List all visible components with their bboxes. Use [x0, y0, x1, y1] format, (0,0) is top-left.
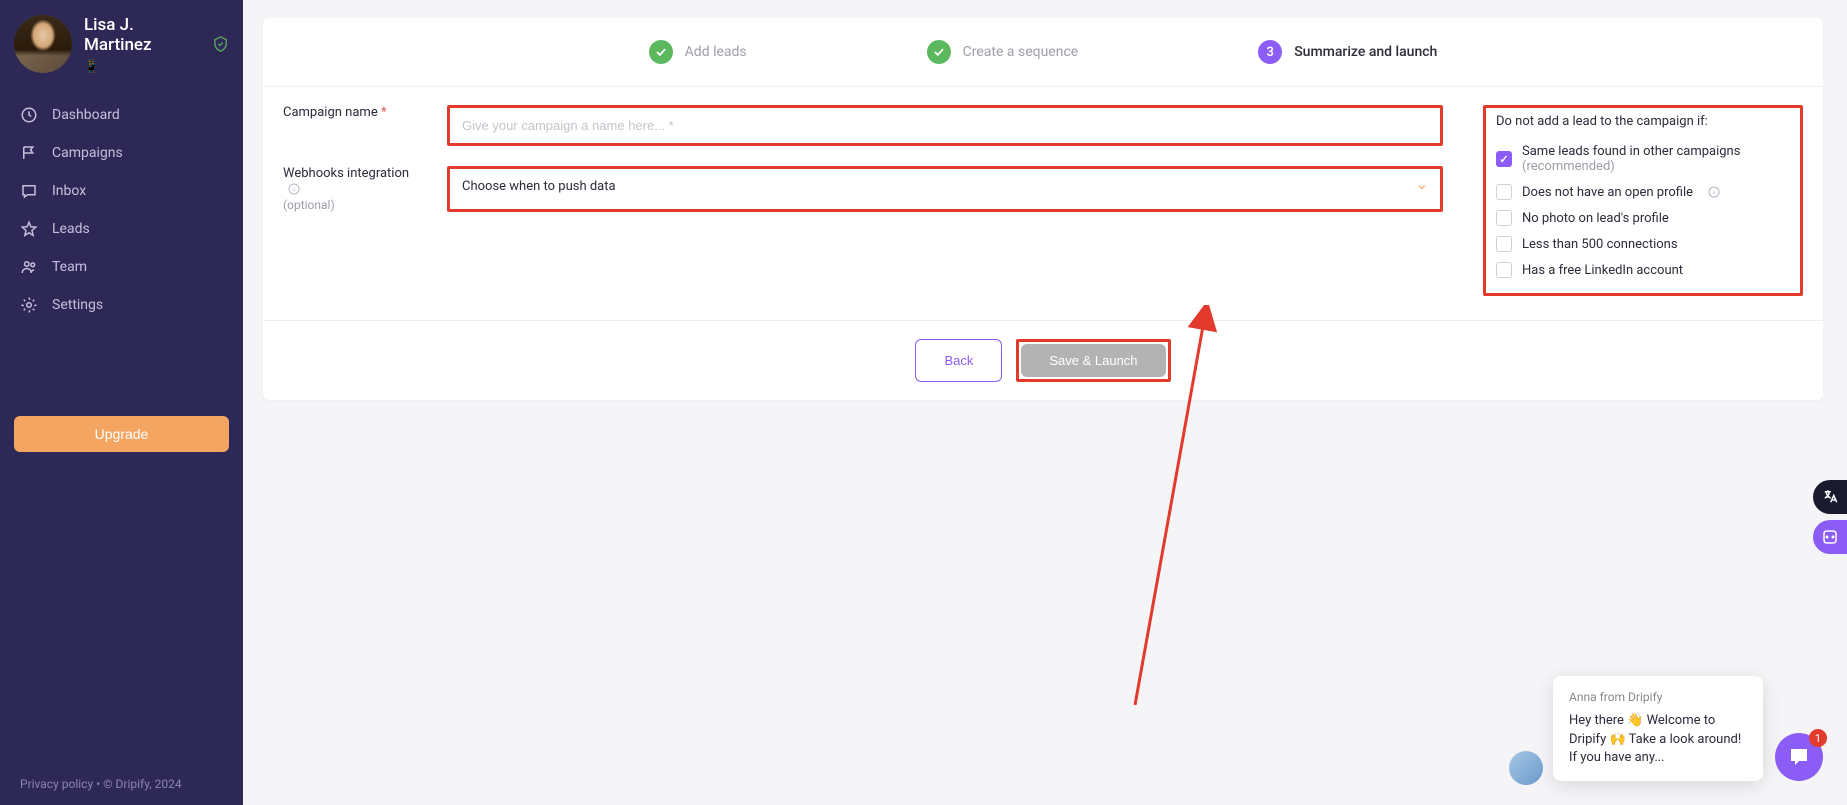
select-value: Choose when to push data [462, 179, 616, 194]
sidebar-footer: Privacy policy • © Dripify, 2024 [0, 763, 243, 805]
nav-campaigns[interactable]: Campaigns [0, 134, 243, 172]
privacy-link[interactable]: Privacy policy [20, 777, 93, 791]
nav-label: Team [52, 259, 87, 275]
nav-label: Inbox [52, 183, 86, 199]
webhooks-select[interactable]: Choose when to push data [450, 169, 1440, 204]
chat-badge: 1 [1809, 729, 1827, 747]
step-number: 3 [1258, 40, 1282, 64]
webhooks-optional: (optional) [283, 198, 415, 212]
step-create-sequence[interactable]: Create a sequence [927, 40, 1079, 64]
wizard-stepper: Add leads Create a sequence 3 Summarize … [263, 18, 1823, 87]
upgrade-button[interactable]: Upgrade [14, 416, 229, 452]
users-icon [20, 258, 38, 276]
main-nav: Dashboard Campaigns Inbox Leads Team Set… [0, 88, 243, 402]
save-button-highlight: Save & Launch [1016, 339, 1170, 382]
chevron-down-icon [1416, 181, 1428, 193]
chat-popup: Anna from Dripify Hey there 👋 Welcome to… [1553, 676, 1823, 781]
campaign-name-input[interactable] [450, 108, 1440, 143]
filter-open-profile[interactable]: Does not have an open profile [1496, 179, 1790, 205]
step-label: Summarize and launch [1294, 44, 1437, 60]
copyright: © Dripify, 2024 [103, 777, 181, 791]
campaign-name-field-highlight [447, 105, 1443, 146]
profile-section[interactable]: Lisa J. Martinez 📱 [0, 0, 243, 88]
message-icon [20, 182, 38, 200]
check-icon [927, 40, 951, 64]
chat-avatar [1509, 751, 1543, 785]
info-icon[interactable] [287, 182, 300, 195]
step-add-leads[interactable]: Add leads [649, 40, 747, 64]
step-label: Add leads [685, 44, 747, 60]
side-widgets [1813, 480, 1847, 554]
profile-name: Lisa J. Martinez [84, 15, 200, 55]
nav-label: Settings [52, 297, 103, 313]
back-button[interactable]: Back [915, 339, 1002, 382]
flag-icon [20, 144, 38, 162]
filter-same-leads[interactable]: Same leads found in other campaigns (rec… [1496, 139, 1790, 179]
avatar [14, 15, 72, 73]
gear-icon [20, 296, 38, 314]
checkbox[interactable] [1496, 184, 1512, 200]
lead-filters-highlight: Do not add a lead to the campaign if: Sa… [1483, 105, 1803, 296]
campaign-name-label: Campaign name * [283, 105, 415, 120]
nav-label: Campaigns [52, 145, 123, 161]
webhooks-label: Webhooks integration [283, 166, 415, 196]
filter-free-account[interactable]: Has a free LinkedIn account [1496, 257, 1790, 283]
step-summarize[interactable]: 3 Summarize and launch [1258, 40, 1437, 64]
webhooks-field-highlight: Choose when to push data [447, 166, 1443, 212]
info-icon[interactable] [1707, 186, 1720, 199]
checkbox[interactable] [1496, 210, 1512, 226]
checkbox[interactable] [1496, 262, 1512, 278]
nav-leads[interactable]: Leads [0, 210, 243, 248]
chat-bubble[interactable]: Anna from Dripify Hey there 👋 Welcome to… [1553, 676, 1763, 781]
star-icon [20, 220, 38, 238]
campaign-card: Add leads Create a sequence 3 Summarize … [263, 18, 1823, 400]
chat-icon [1787, 745, 1811, 769]
checkbox-checked[interactable] [1496, 151, 1512, 167]
filter-no-photo[interactable]: No photo on lead's profile [1496, 205, 1790, 231]
chat-message: Hey there 👋 Welcome to Dripify 🙌 Take a … [1569, 712, 1747, 767]
chat-from: Anna from Dripify [1569, 690, 1747, 704]
translate-widget[interactable] [1813, 480, 1847, 514]
filter-connections[interactable]: Less than 500 connections [1496, 231, 1790, 257]
nav-team[interactable]: Team [0, 248, 243, 286]
filters-title: Do not add a lead to the campaign if: [1496, 114, 1790, 129]
assistant-widget[interactable] [1813, 520, 1847, 554]
clock-icon [20, 106, 38, 124]
checkbox[interactable] [1496, 236, 1512, 252]
save-launch-button[interactable]: Save & Launch [1021, 344, 1165, 377]
step-label: Create a sequence [963, 44, 1079, 60]
chat-button[interactable]: 1 [1775, 733, 1823, 781]
nav-dashboard[interactable]: Dashboard [0, 96, 243, 134]
nav-label: Leads [52, 221, 90, 237]
nav-label: Dashboard [52, 107, 120, 123]
profile-sub: 📱 [84, 59, 200, 73]
sidebar: Lisa J. Martinez 📱 Dashboard Campaigns I… [0, 0, 243, 805]
shield-icon [212, 35, 229, 53]
check-icon [649, 40, 673, 64]
nav-settings[interactable]: Settings [0, 286, 243, 324]
nav-inbox[interactable]: Inbox [0, 172, 243, 210]
